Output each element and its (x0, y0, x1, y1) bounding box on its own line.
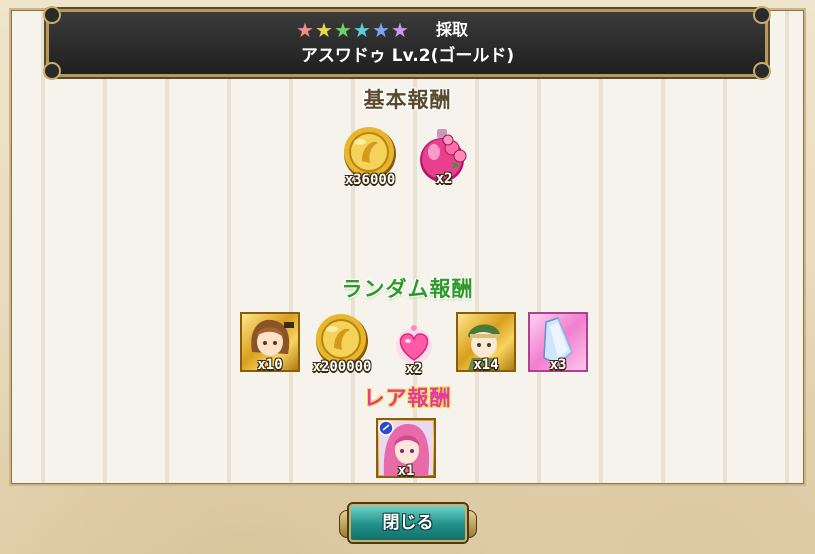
header-corner-ornament (753, 6, 771, 24)
star-icon: ★ (353, 18, 371, 42)
reward-quantity: x1 (397, 463, 415, 479)
star-icon: ★ (391, 18, 409, 42)
reward-item-gold-coin[interactable]: x36000 (340, 127, 400, 188)
rare-reward-title: レア報酬 (363, 386, 452, 410)
star-icon: ★ (296, 18, 314, 42)
reward-item-pink-heart[interactable]: x2 (384, 316, 444, 377)
quest-category-label: 採取 (436, 20, 469, 39)
reward-quantity: x3 (549, 357, 567, 373)
close-button[interactable]: 閉じる (339, 500, 477, 546)
star-icon: ★ (315, 18, 333, 42)
reward-quantity: x36000 (344, 172, 396, 188)
close-button-label: 閉じる (382, 513, 434, 533)
reward-item-gold-coin[interactable]: x200000 (312, 314, 372, 375)
reward-quantity: x2 (405, 361, 423, 377)
reward-item-girl-card[interactable]: x10 (240, 312, 300, 373)
basic-reward-title: 基本報酬 (363, 88, 452, 112)
rarity-stars: ★ ★ ★ ★ ★ ★ (295, 18, 409, 42)
reward-item-rose-potion[interactable]: x2 (414, 126, 474, 187)
reward-quantity: x2 (435, 171, 453, 187)
reward-item-pink-hair-card[interactable]: x1 (376, 418, 436, 479)
reward-panel (9, 8, 806, 486)
random-reward-title: ランダム報酬 (341, 277, 474, 301)
star-icon: ★ (334, 18, 352, 42)
quest-title: アスワドゥ Lv.2(ゴールド) (300, 46, 515, 66)
star-icon: ★ (372, 18, 390, 42)
reward-item-green-hat-card[interactable]: x14 (456, 312, 516, 373)
header-corner-ornament (43, 6, 61, 24)
reward-quantity: x200000 (312, 359, 372, 375)
reward-quantity: x14 (473, 357, 499, 373)
reward-item-crystal-card[interactable]: x3 (528, 312, 588, 373)
reward-quantity: x10 (257, 357, 283, 373)
